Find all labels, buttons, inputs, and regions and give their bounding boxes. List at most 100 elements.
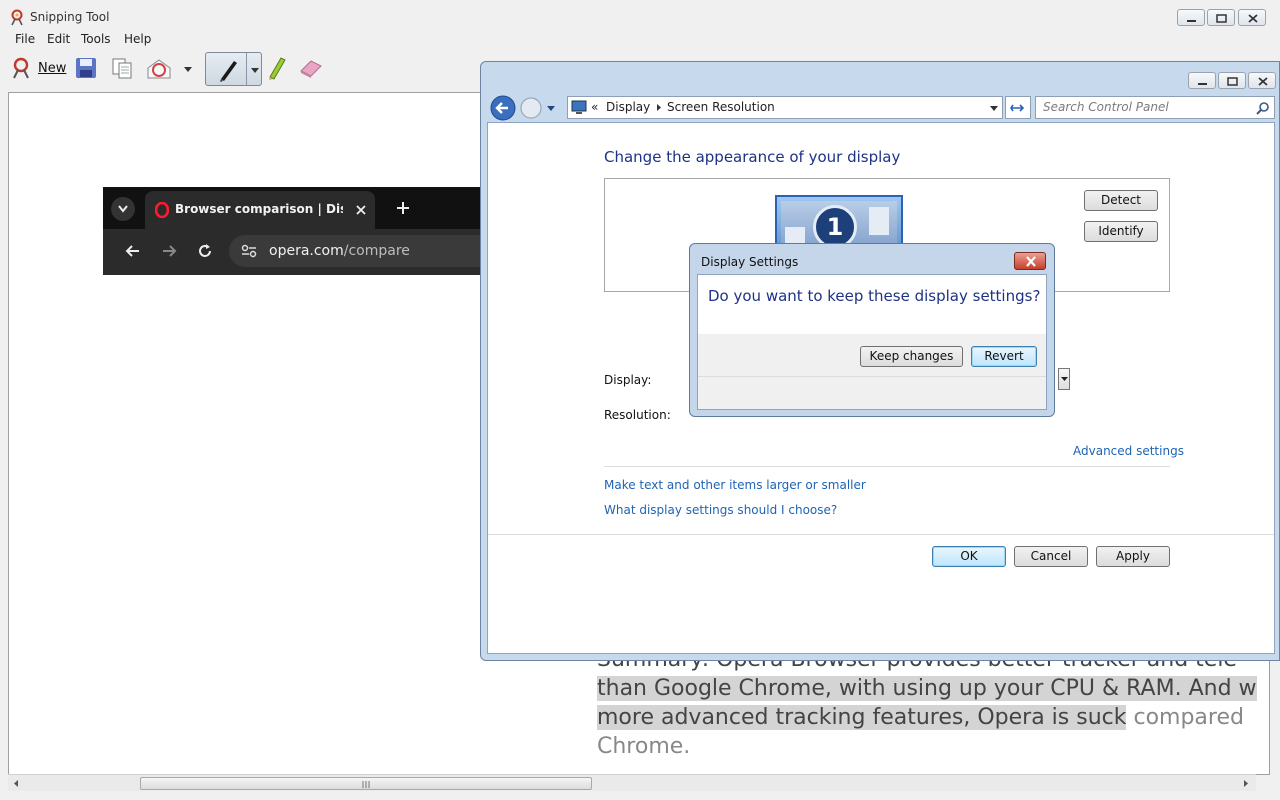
back-button-icon[interactable]: [489, 94, 517, 122]
dialog-body: Do you want to keep these display settin…: [697, 274, 1047, 410]
summary-line-2-text: than Google Chrome, with using up your C…: [597, 676, 1257, 701]
close-icon: [1258, 77, 1268, 86]
page-heading: Change the appearance of your display: [604, 148, 901, 166]
captured-browser-window: Browser comparison | Discover opera.com/…: [103, 187, 493, 275]
breadcrumb-chevron-icon[interactable]: [656, 103, 662, 112]
summary-line-3: more advanced tracking features, Opera i…: [597, 705, 1244, 730]
restore-icon: [1216, 14, 1227, 23]
ok-button[interactable]: OK: [932, 546, 1006, 567]
refresh-button[interactable]: [1005, 96, 1031, 119]
minimize-icon: [1187, 20, 1196, 22]
url-path: /compare: [343, 243, 410, 259]
browser-tab-strip: Browser comparison | Discover: [103, 187, 493, 229]
close-button[interactable]: [1238, 9, 1266, 26]
scroll-right-icon[interactable]: [1242, 779, 1250, 788]
refresh-icon: [1010, 104, 1025, 112]
display-label: Display:: [604, 373, 652, 387]
cp-restore-button[interactable]: [1218, 72, 1246, 89]
close-icon: [1248, 14, 1258, 23]
dialog-separator: [698, 376, 1046, 377]
forward-button-icon[interactable]: [519, 96, 543, 120]
detect-button[interactable]: Detect: [1084, 190, 1158, 211]
cp-close-button[interactable]: [1248, 72, 1276, 89]
breadcrumb-display[interactable]: Display: [606, 100, 650, 114]
new-snip-icon: [13, 57, 29, 79]
dialog-title: Display Settings: [701, 255, 799, 269]
browser-url-text: opera.com/compare: [269, 243, 410, 259]
apply-button[interactable]: Apply: [1096, 546, 1170, 567]
text-size-link[interactable]: Make text and other items larger or smal…: [604, 478, 866, 492]
minimize-button[interactable]: [1177, 9, 1205, 26]
resolution-label: Resolution:: [604, 408, 671, 422]
footer-separator: [488, 534, 1274, 535]
pen-icon: [220, 61, 237, 82]
address-dropdown-icon[interactable]: [989, 105, 999, 112]
browser-tab-title: Browser comparison | Discover: [175, 202, 343, 216]
menu-edit[interactable]: Edit: [47, 32, 70, 46]
dialog-close-button[interactable]: [1014, 252, 1046, 270]
restore-button[interactable]: [1207, 9, 1235, 26]
summary-highlight: more advanced tracking features, Opera i…: [597, 705, 1127, 730]
summary-line-3-rest: compared: [1126, 705, 1244, 730]
new-label: New: [38, 61, 67, 76]
search-icon[interactable]: [1256, 101, 1270, 115]
url-host: opera.com: [269, 243, 344, 259]
pen-dropdown-icon[interactable]: [249, 65, 261, 75]
tab-search-button[interactable]: [111, 197, 135, 221]
identify-button[interactable]: Identify: [1084, 221, 1158, 242]
new-snip-button[interactable]: New: [10, 56, 68, 80]
chevron-down-icon: [118, 205, 128, 213]
horizontal-scrollbar[interactable]: [8, 774, 1256, 791]
scrollbar-thumb[interactable]: [140, 777, 592, 790]
separator: [604, 466, 1170, 467]
breadcrumb-screen-resolution[interactable]: Screen Resolution: [667, 100, 775, 114]
save-icon[interactable]: [74, 56, 98, 80]
breadcrumb-prefix[interactable]: «: [591, 100, 598, 114]
site-settings-icon[interactable]: [241, 244, 257, 258]
display-dropdown[interactable]: [1058, 368, 1070, 390]
snipping-tool-titlebar: Snipping Tool: [0, 6, 1280, 30]
display-control-panel-icon: [571, 100, 587, 114]
keep-changes-button[interactable]: Keep changes: [860, 346, 963, 367]
summary-line-2: than Google Chrome, with using up your C…: [597, 676, 1257, 701]
restore-icon: [1227, 77, 1238, 86]
tab-close-icon[interactable]: [355, 204, 367, 216]
copy-icon[interactable]: [110, 56, 134, 80]
menu-file[interactable]: File: [15, 32, 35, 46]
dialog-question: Do you want to keep these display settin…: [708, 287, 1041, 305]
new-tab-icon[interactable]: [395, 200, 411, 216]
menu-help[interactable]: Help: [124, 32, 151, 46]
window-title: Snipping Tool: [30, 10, 110, 24]
close-icon: [1026, 256, 1036, 267]
send-dropdown-icon[interactable]: [182, 64, 194, 74]
reload-icon[interactable]: [197, 243, 213, 259]
advanced-settings-link[interactable]: Advanced settings: [1073, 444, 1184, 458]
back-arrow-icon[interactable]: [125, 243, 141, 259]
display-dropdown-arrow-icon: [1061, 377, 1068, 381]
forward-arrow-icon[interactable]: [161, 243, 177, 259]
menu-tools[interactable]: Tools: [81, 32, 111, 46]
scissors-icon: [11, 9, 23, 26]
display-help-link[interactable]: What display settings should I choose?: [604, 503, 837, 517]
eraser-icon[interactable]: [298, 58, 324, 78]
minimize-icon: [1198, 83, 1207, 85]
cancel-button[interactable]: Cancel: [1014, 546, 1088, 567]
display-settings-dialog: Display Settings Do you want to keep the…: [689, 243, 1055, 417]
highlighter-icon[interactable]: [266, 55, 288, 81]
opera-logo-icon: [155, 202, 169, 218]
menu-bar: File Edit Tools Help: [0, 30, 1280, 48]
dialog-message-area: Do you want to keep these display settin…: [698, 275, 1046, 334]
browser-tab[interactable]: Browser comparison | Discover: [145, 191, 375, 229]
cp-navigation-bar: « Display Screen Resolution Search Contr…: [487, 92, 1277, 122]
search-control-panel-input[interactable]: Search Control Panel: [1035, 96, 1275, 119]
browser-address-bar[interactable]: opera.com/compare: [229, 235, 493, 267]
scroll-left-icon[interactable]: [12, 779, 20, 788]
grip-icon: [362, 781, 370, 788]
send-snip-icon[interactable]: [146, 56, 172, 80]
address-bar[interactable]: « Display Screen Resolution: [567, 96, 1003, 119]
revert-button[interactable]: Revert: [971, 346, 1037, 367]
pen-tool-button[interactable]: [205, 52, 262, 86]
summary-line-4: Chrome.: [597, 734, 691, 759]
cp-minimize-button[interactable]: [1188, 72, 1216, 89]
recent-pages-dropdown-icon[interactable]: [546, 105, 556, 113]
